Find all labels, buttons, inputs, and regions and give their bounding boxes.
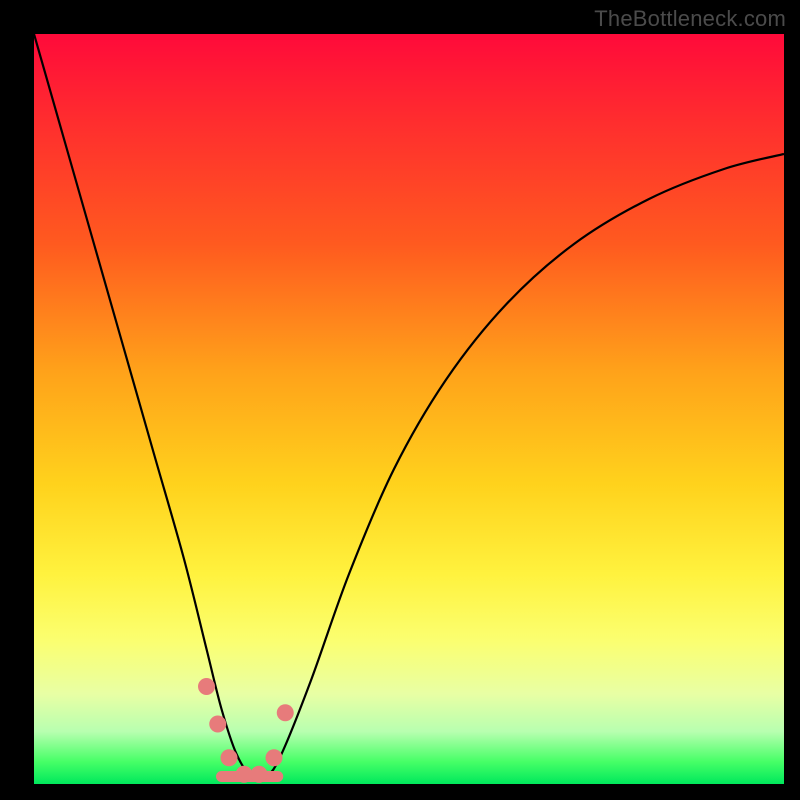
marker-point [266,749,283,766]
marker-point [236,766,253,783]
chart-frame: TheBottleneck.com [0,0,800,800]
curve-overlay [34,34,784,784]
plot-area [34,34,784,784]
bottleneck-curve [34,34,784,779]
marker-point [209,716,226,733]
marker-point [198,678,215,695]
marker-point [277,704,294,721]
marker-point [251,766,268,783]
watermark-text: TheBottleneck.com [594,6,786,32]
markers-group [198,678,294,783]
marker-point [221,749,238,766]
